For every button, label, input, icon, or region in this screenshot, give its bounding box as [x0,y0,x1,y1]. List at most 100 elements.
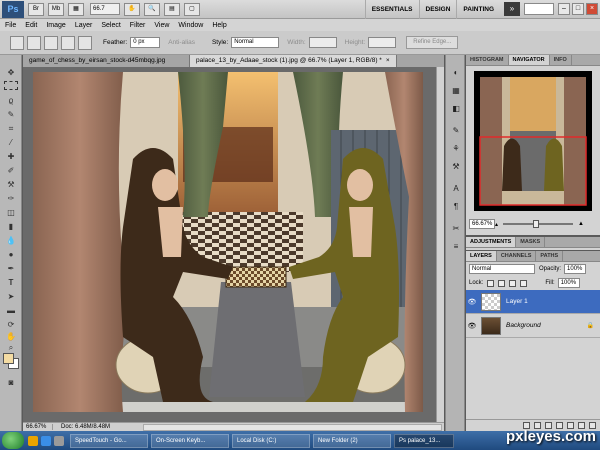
move-tool-icon[interactable]: ✥ [4,67,18,78]
type-tool-icon[interactable]: T [4,277,18,288]
lasso-tool-icon[interactable]: ϱ [4,95,18,106]
lock-position-icon[interactable] [509,279,517,287]
blend-mode-select[interactable]: Normal [469,264,535,274]
tab-paths[interactable]: PATHS [536,251,564,261]
start-button[interactable] [2,432,24,449]
zoom-out-icon[interactable]: ▴ [495,221,498,228]
gradient-tool-icon[interactable]: ▮ [4,221,18,232]
navigator-zoom-slider[interactable] [503,220,574,228]
workspace-essentials[interactable]: ESSENTIALS [364,0,419,19]
tab-adjustments[interactable]: ADJUSTMENTS [466,237,517,247]
arrange-documents-button[interactable]: ▤ [164,2,180,16]
layer-name[interactable]: Layer 1 [506,298,528,305]
foreground-color-swatch[interactable] [3,353,14,364]
zoom-in-icon[interactable]: ▲ [578,221,584,227]
zoom-level-field[interactable]: 66.7 [90,3,120,15]
menu-select[interactable]: Select [101,22,120,29]
hand-tool-button[interactable]: ✋ [124,2,140,16]
tab-info[interactable]: INFO [550,55,572,65]
bridge-button[interactable]: Br [28,2,44,16]
brush-presets-icon[interactable]: ✎ [450,125,462,136]
shape-tool-icon[interactable]: ▬ [4,305,18,316]
paragraph-panel-icon[interactable]: ¶ [450,201,462,212]
canvas-area[interactable] [23,67,436,422]
quick-mask-icon[interactable]: ◙ [4,377,18,388]
tool-presets-icon[interactable]: ✂ [450,223,462,234]
zoom-tool-icon[interactable]: ⌕ [4,342,18,353]
close-button[interactable]: × [586,3,598,15]
path-selection-tool-icon[interactable]: ➤ [4,291,18,302]
taskbar-item-speedtouch[interactable]: SpeedTouch - Go... [70,433,148,448]
lock-transparency-icon[interactable] [487,279,495,287]
eye-icon[interactable]: 👁 [466,322,478,330]
minibridge-button[interactable]: Mb [48,2,64,16]
search-field[interactable] [524,3,554,15]
layer-row-background[interactable]: 👁 Background 🔒 [466,314,600,338]
hand-tool-icon[interactable]: ✋ [4,331,18,342]
menu-view[interactable]: View [154,22,169,29]
layer-row-layer-1[interactable]: 👁 Layer 1 [466,290,600,314]
maximize-button[interactable]: □ [572,3,584,15]
quicklaunch-folder-icon[interactable] [28,435,38,446]
add-selection-icon[interactable] [44,35,58,50]
tab-channels[interactable]: CHANNELS [497,251,537,261]
lock-all-icon[interactable] [520,279,528,287]
healing-brush-tool-icon[interactable]: ✚ [4,151,18,162]
layer-comps-icon[interactable]: ≡ [450,241,462,252]
dodge-tool-icon[interactable]: ● [4,249,18,260]
menu-file[interactable]: File [5,22,16,29]
menu-filter[interactable]: Filter [130,22,146,29]
tab-game-of-chess[interactable]: game_of_chess_by_eirsan_stock-d45mbqg.jp… [23,55,190,67]
taskbar-item-photoshop[interactable]: Ps palace_13... [394,433,454,448]
antialias-checkbox[interactable]: Anti-alias [168,39,195,46]
view-extras-button[interactable]: ▦ [68,2,84,16]
eraser-tool-icon[interactable]: ◫ [4,207,18,218]
close-tab-icon[interactable]: × [386,57,390,64]
quicklaunch-desktop-icon[interactable] [54,435,64,446]
document-canvas[interactable] [23,67,436,422]
navigator-zoom-field[interactable]: 66.67% [469,219,495,229]
lock-pixels-icon[interactable] [498,279,506,287]
marquee-preset-icon[interactable] [10,35,24,50]
fill-input[interactable]: 100% [557,278,580,288]
swatches-panel-icon[interactable]: ▦ [450,85,462,96]
vertical-scrollbar[interactable] [436,67,444,422]
intersect-selection-icon[interactable] [78,35,92,50]
tab-histogram[interactable]: HISTOGRAM [466,55,509,65]
minimize-button[interactable]: – [558,3,570,15]
menu-layer[interactable]: Layer [75,22,93,29]
opacity-input[interactable]: 100% [564,264,587,274]
style-select[interactable]: Normal [231,37,280,48]
clone-stamp-tool-icon[interactable]: ⚒ [4,179,18,190]
status-zoom[interactable]: 66.67% [23,424,53,430]
crop-tool-icon[interactable]: ⌗ [4,123,18,134]
taskbar-item-onscreen-keyboard[interactable]: On-Screen Keyb... [151,433,229,448]
3d-rotate-tool-icon[interactable]: ⟳ [4,319,18,330]
new-selection-icon[interactable] [27,35,41,50]
eye-icon[interactable]: 👁 [466,298,478,306]
feather-input[interactable]: 0 px [130,37,161,48]
color-panel-icon[interactable]: ◐ [450,67,462,78]
subtract-selection-icon[interactable] [61,35,75,50]
workspace-painting[interactable]: PAINTING [456,0,500,19]
tab-palace-13[interactable]: palace_13_by_Adaae_stock (1).jpg @ 66.7%… [190,55,397,67]
width-input[interactable] [308,37,337,48]
more-workspaces-button[interactable]: » [504,2,520,16]
refine-edge-button[interactable]: Refine Edge... [406,36,459,49]
marquee-tool-icon[interactable] [4,81,18,90]
clone-source-icon[interactable]: ⚒ [450,161,462,172]
quicklaunch-browser-icon[interactable] [41,435,51,446]
brush-panel-icon[interactable]: ⚘ [450,143,462,154]
layer-name[interactable]: Background [506,322,541,329]
workspace-design[interactable]: DESIGN [418,0,457,19]
character-panel-icon[interactable]: A [450,183,462,194]
pen-tool-icon[interactable]: ✒ [4,263,18,274]
taskbar-item-local-disk[interactable]: Local Disk (C:) [232,433,310,448]
history-brush-tool-icon[interactable]: ✑ [4,193,18,204]
eyedropper-tool-icon[interactable]: ⁄ [4,137,18,148]
tab-navigator[interactable]: NAVIGATOR [508,55,550,65]
taskbar-item-new-folder[interactable]: New Folder (2) [313,433,391,448]
tab-layers[interactable]: LAYERS [466,251,497,261]
navigator-preview[interactable] [474,71,592,211]
blur-tool-icon[interactable]: 💧 [4,235,18,246]
